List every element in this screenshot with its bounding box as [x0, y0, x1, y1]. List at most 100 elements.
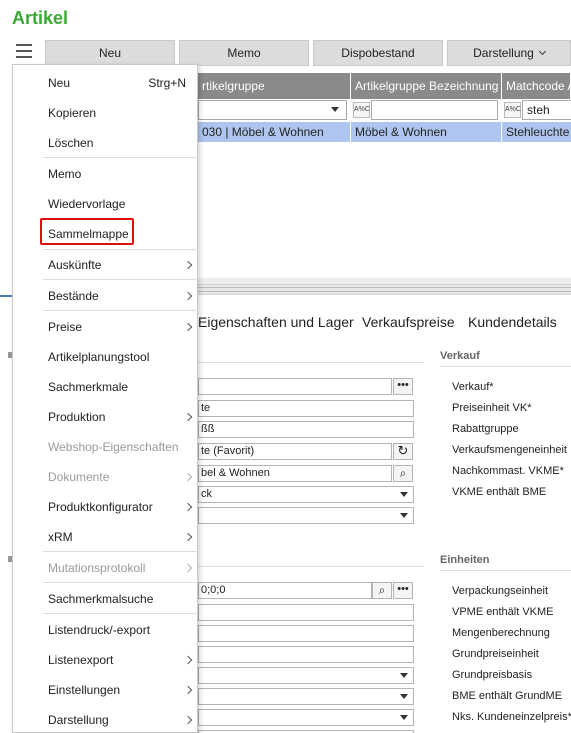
chevron-right-icon: [183, 532, 193, 542]
menu-item-einstellungen[interactable]: Einstellungen: [43, 675, 198, 705]
filter-matchcode[interactable]: steh: [522, 100, 571, 120]
form-field[interactable]: te (Favorit): [198, 443, 392, 460]
menu-item-sachmerkmale[interactable]: Sachmerkmale: [43, 372, 198, 402]
field-label: Preiseinheit VK*: [452, 402, 532, 414]
chevron-down-icon[interactable]: [400, 673, 408, 678]
divider: [440, 366, 571, 367]
field-label: VPME enthält VKME: [452, 606, 554, 618]
form-field[interactable]: [198, 667, 414, 684]
filter-mode-icon[interactable]: A%C: [504, 102, 521, 118]
form-field[interactable]: [198, 688, 414, 705]
form-field[interactable]: ßß: [198, 421, 414, 438]
field-label: BME enthält GrundME: [452, 690, 563, 702]
menu-item-webshop-eigenschaften: Webshop-Eigenschaften: [48, 440, 179, 454]
darstellung-button[interactable]: Darstellung: [447, 40, 571, 66]
menu-item-auskuenfte[interactable]: Auskünfte: [43, 250, 198, 280]
chevron-right-icon: [183, 715, 193, 725]
tab-verkaufspreise[interactable]: Verkaufspreise: [362, 314, 455, 330]
form-field[interactable]: [198, 604, 414, 621]
form-field[interactable]: [198, 625, 414, 642]
menu-item-preise[interactable]: Preise: [43, 312, 198, 342]
field-label: Nachkommast. VKME*: [452, 465, 564, 477]
field-label: Nks. Kundeneinzelpreis*: [452, 711, 571, 723]
menu-item-label: Neu: [48, 76, 71, 90]
new-button[interactable]: Neu: [45, 40, 175, 66]
filter-mode-icon[interactable]: A%C: [353, 102, 370, 118]
search-icon[interactable]: ⌕: [372, 582, 392, 599]
form-field[interactable]: bel & Wohnen: [198, 465, 392, 482]
search-icon[interactable]: ⌕: [393, 465, 413, 482]
menu-item-label: Produktion: [48, 410, 106, 424]
refresh-icon[interactable]: ↻: [393, 443, 413, 460]
column-header-artikelgruppe[interactable]: rtikelgruppe: [198, 73, 351, 99]
menu-item-label: Bestände: [48, 289, 99, 303]
more-icon[interactable]: •••: [393, 582, 413, 599]
chevron-down-icon[interactable]: [400, 492, 408, 497]
table-cell[interactable]: Stehleuchte (: [502, 122, 571, 142]
field-label: Mengenberechnung: [452, 627, 550, 639]
table-cell[interactable]: Möbel & Wohnen: [351, 122, 502, 142]
menu-item-label: Mutationsprotokoll: [48, 561, 146, 575]
menu-item-xrm[interactable]: xRM: [43, 522, 198, 552]
form-field[interactable]: 0;0;0: [198, 582, 372, 599]
menu-icon[interactable]: [16, 44, 32, 58]
grid-body: [198, 142, 571, 284]
form-field[interactable]: [198, 378, 392, 395]
chevron-right-icon: [183, 412, 193, 422]
menu-item-label: Einstellungen: [48, 683, 121, 697]
menu-item-sachmerkmalsuche[interactable]: Sachmerkmalsuche: [43, 584, 198, 614]
section-title-einheiten: Einheiten: [440, 554, 490, 566]
chevron-down-icon[interactable]: [400, 694, 408, 699]
menu-item-label: Produktkonfigurator: [48, 500, 153, 514]
more-icon[interactable]: •••: [393, 378, 413, 395]
menu-item-mutationsprotokoll: Mutationsprotokoll: [43, 553, 198, 583]
memo-button[interactable]: Memo: [179, 40, 309, 66]
menu-item-produktion[interactable]: Produktion: [43, 402, 198, 432]
menu-item-label: Dokumente: [48, 470, 110, 484]
menu-item-loeschen[interactable]: Löschen: [43, 128, 198, 158]
filter-bezeichnung[interactable]: [371, 100, 498, 120]
chevron-right-icon: [183, 322, 193, 332]
splitter-grip: [198, 287, 571, 292]
chevron-down-icon[interactable]: [331, 107, 339, 112]
form-field[interactable]: ck: [198, 486, 414, 503]
form-field[interactable]: te: [198, 400, 414, 417]
chevron-down-icon: [538, 47, 546, 56]
menu-separator: [43, 613, 198, 614]
field-label: VKME enthält BME: [452, 486, 547, 498]
section-title-verkauf: Verkauf: [440, 350, 480, 362]
field-label: Rabattgruppe: [452, 423, 519, 435]
menu-item-bestaende[interactable]: Bestände: [43, 281, 198, 311]
column-header-matchcode[interactable]: Matchcode Ar: [502, 73, 571, 99]
chevron-right-icon: [183, 472, 193, 482]
menu-item-wiedervorlage[interactable]: Wiedervorlage: [43, 189, 198, 219]
chevron-down-icon[interactable]: [400, 715, 408, 720]
menu-item-produktkonfigurator[interactable]: Produktkonfigurator: [43, 492, 198, 522]
menu-item-listenexport[interactable]: Listenexport: [43, 645, 198, 675]
tab-kundendetails[interactable]: Kundendetails: [468, 314, 557, 330]
chevron-down-icon[interactable]: [400, 513, 408, 518]
menu-item-darstellung[interactable]: Darstellung: [43, 705, 198, 733]
menu-separator: [43, 157, 198, 158]
column-header-artikelgruppe-bezeichnung[interactable]: Artikelgruppe Bezeichnung: [351, 73, 502, 99]
menu-item-memo[interactable]: Memo: [43, 159, 198, 189]
menu-separator: [43, 310, 198, 311]
chevron-right-icon: [183, 655, 193, 665]
menu-item-artikelplanungstool[interactable]: Artikelplanungstool: [43, 342, 198, 372]
chevron-right-icon: [183, 291, 193, 301]
form-field[interactable]: [198, 507, 414, 524]
field-label: Verkauf*: [452, 381, 494, 393]
divider: [440, 570, 571, 571]
dispobestand-button[interactable]: Dispobestand: [313, 40, 443, 66]
table-cell[interactable]: 030 | Möbel & Wohnen: [198, 122, 351, 142]
menu-item-neu[interactable]: Neu Strg+N: [43, 68, 198, 98]
chevron-right-icon: [183, 260, 193, 270]
tab-eigenschaften[interactable]: Eigenschaften und Lager: [198, 314, 354, 330]
menu-item-label: Listenexport: [48, 653, 114, 667]
field-label: Grundpreiseinheit: [452, 648, 539, 660]
form-field[interactable]: [198, 646, 414, 663]
menu-item-listendruck-export[interactable]: Listendruck/-export: [43, 615, 198, 645]
menu-item-kopieren[interactable]: Kopieren: [43, 98, 198, 128]
form-field[interactable]: [198, 709, 414, 726]
filter-artikelgruppe[interactable]: [198, 100, 347, 120]
